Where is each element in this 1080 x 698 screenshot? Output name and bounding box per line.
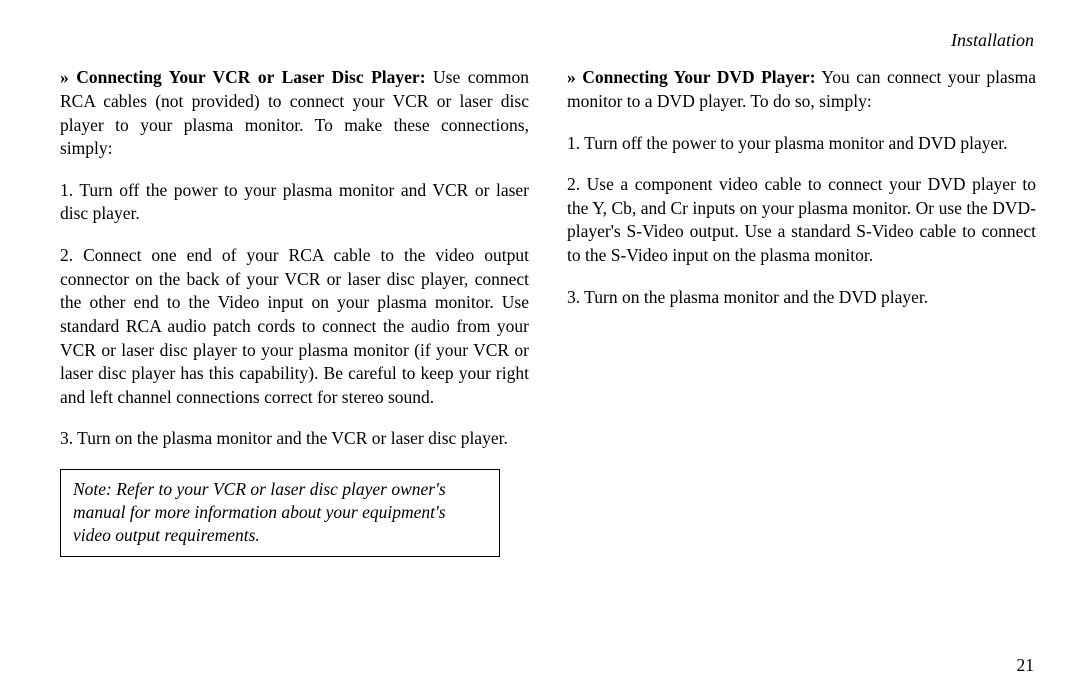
left-heading: » Connecting Your VCR or Laser Disc Play… <box>60 67 426 87</box>
left-step-3: 3. Turn on the plasma monitor and the VC… <box>60 427 529 451</box>
left-step-1: 1. Turn off the power to your plasma mon… <box>60 179 529 226</box>
left-intro-block: » Connecting Your VCR or Laser Disc Play… <box>60 66 529 161</box>
content-columns: » Connecting Your VCR or Laser Disc Play… <box>60 66 1036 557</box>
right-heading: » Connecting Your DVD Player: <box>567 67 816 87</box>
left-column: » Connecting Your VCR or Laser Disc Play… <box>60 66 529 557</box>
note-box: Note: Refer to your VCR or laser disc pl… <box>60 469 500 557</box>
right-column: » Connecting Your DVD Player: You can co… <box>567 66 1036 557</box>
section-header: Installation <box>60 28 1036 52</box>
right-intro-block: » Connecting Your DVD Player: You can co… <box>567 66 1036 113</box>
right-step-1: 1. Turn off the power to your plasma mon… <box>567 132 1036 156</box>
left-step-2: 2. Connect one end of your RCA cable to … <box>60 244 529 409</box>
right-step-3: 3. Turn on the plasma monitor and the DV… <box>567 286 1036 310</box>
right-step-2: 2. Use a component video cable to connec… <box>567 173 1036 268</box>
page-number: 21 <box>1017 654 1035 678</box>
